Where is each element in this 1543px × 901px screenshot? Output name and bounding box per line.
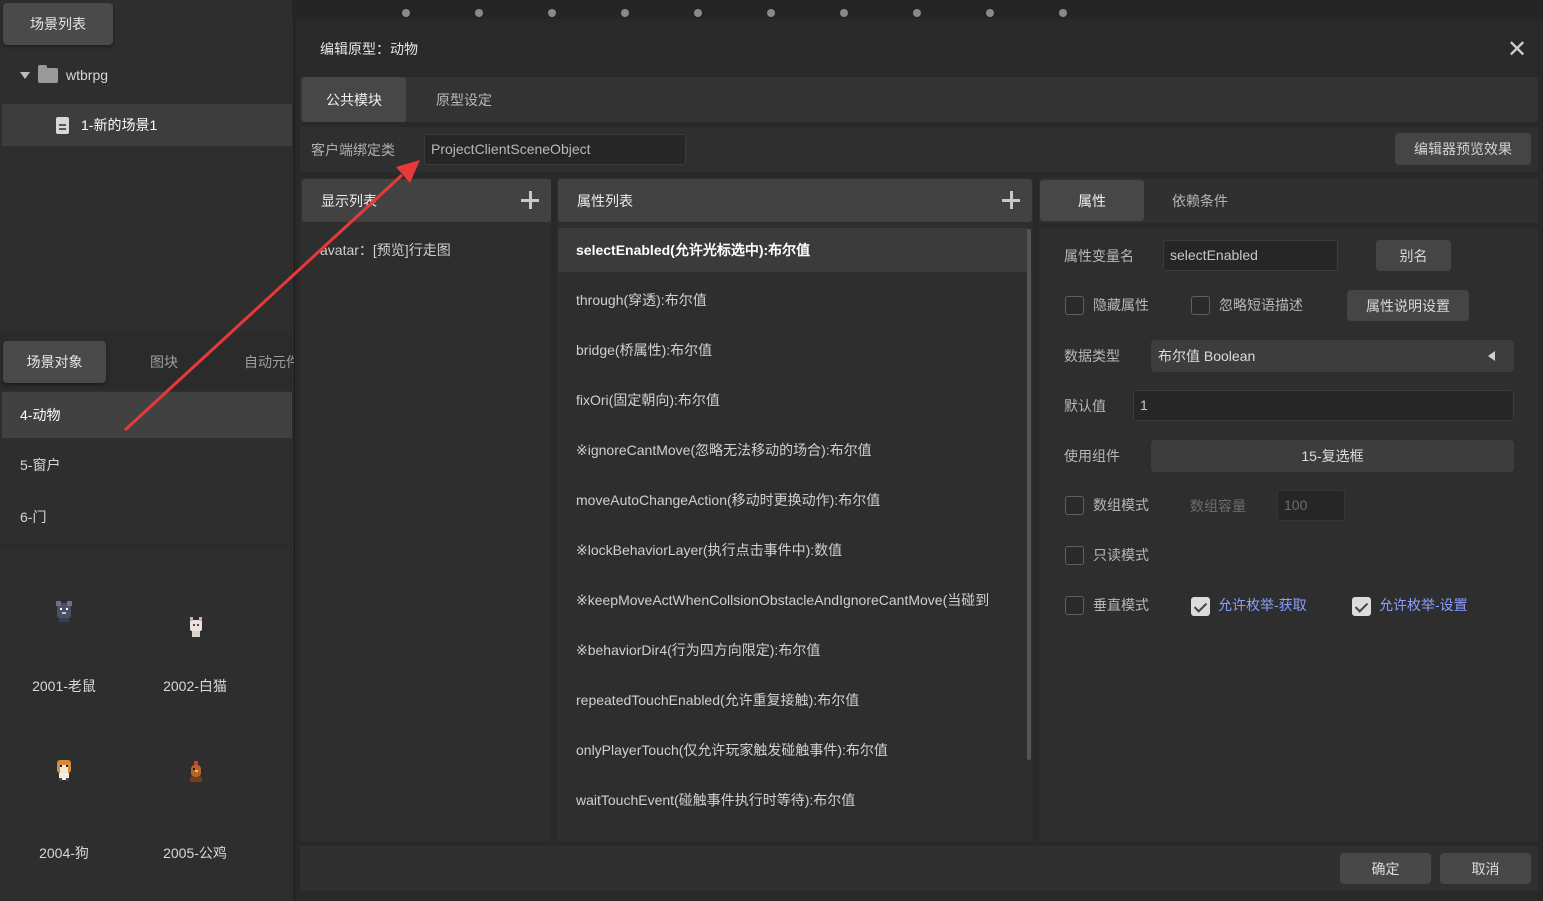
tab-common-module[interactable]: 公共模块 (302, 77, 406, 122)
component-select[interactable]: 15-复选框 (1151, 440, 1514, 472)
ignore-desc-label: 忽略短语描述 (1219, 297, 1303, 313)
property-item[interactable]: bridge(桥属性):布尔值 (558, 328, 1028, 372)
left-tabs: 场景对象 图块 自动元件 (0, 338, 300, 388)
folder-label: wtbrpg (66, 67, 109, 83)
property-list-title: 属性列表 (577, 192, 633, 209)
grid-item-label: 2005-公鸡 (163, 845, 227, 861)
var-name-input[interactable]: selectEnabled (1163, 240, 1338, 271)
tab-scene-objects[interactable]: 场景对象 (3, 341, 106, 383)
readonly-label: 只读模式 (1093, 547, 1149, 563)
display-list-item[interactable]: avatar：[预览]行走图 (320, 240, 451, 260)
enum-get-checkbox[interactable] (1191, 597, 1210, 616)
grid-item-label: 2004-狗 (39, 845, 89, 861)
mouse-sprite-icon[interactable] (54, 600, 74, 624)
property-item[interactable]: fixOri(固定朝向):布尔值 (558, 378, 1028, 422)
property-item[interactable]: onlyPlayerTouch(仅允许玩家触发碰触事件):布尔值 (558, 728, 1028, 772)
property-item[interactable]: ※ignoreCantMove(忽略无法移动的场合):布尔值 (558, 428, 1028, 472)
tree-folder-wtbrpg[interactable]: wtbrpg (20, 62, 108, 88)
dot-icon (986, 9, 994, 17)
hide-attribute-label: 隐藏属性 (1093, 297, 1149, 313)
dot-icon (767, 9, 775, 17)
dog-sprite-icon[interactable] (54, 758, 74, 782)
alias-button[interactable]: 别名 (1376, 240, 1451, 271)
vertical-mode-checkbox[interactable] (1065, 596, 1084, 615)
dot-icon (1059, 9, 1067, 17)
display-list-title: 显示列表 (321, 192, 377, 209)
dot-icon (548, 9, 556, 17)
client-bind-label: 客户端绑定类 (311, 142, 395, 158)
scene-list-button[interactable]: 场景列表 (3, 3, 113, 45)
property-list-header: 属性列表 (558, 179, 1032, 222)
tab-attributes[interactable]: 属性 (1040, 180, 1144, 221)
chevron-down-icon[interactable] (20, 71, 30, 79)
tab-dependencies[interactable]: 依赖条件 (1154, 180, 1246, 221)
dot-icon (475, 9, 483, 17)
timeline-strip (292, 0, 1543, 20)
default-value-input[interactable]: 1 (1133, 390, 1514, 421)
tab-prototype-settings[interactable]: 原型设定 (416, 77, 512, 122)
datatype-label: 数据类型 (1064, 348, 1120, 364)
rooster-sprite-icon[interactable] (186, 760, 206, 784)
dropdown-arrow-icon[interactable] (1488, 351, 1495, 361)
var-name-label: 属性变量名 (1064, 248, 1134, 264)
desc-settings-button[interactable]: 属性说明设置 (1347, 290, 1469, 321)
dot-icon (913, 9, 921, 17)
property-item[interactable]: ※keepMoveActWhenCollsionObstacleAndIgnor… (558, 578, 1028, 622)
readonly-checkbox[interactable] (1065, 546, 1084, 565)
enum-set-label: 允许枚举-设置 (1379, 597, 1468, 613)
array-capacity-input[interactable]: 100 (1277, 490, 1345, 521)
property-list-scrollbar[interactable] (1027, 229, 1031, 760)
tab-tiles[interactable]: 图块 (118, 341, 210, 383)
tree-item-scene[interactable]: 1-新的场景1 (2, 104, 292, 146)
dot-icon (694, 9, 702, 17)
property-item[interactable]: ※behaviorDir4(行为四方向限定):布尔值 (558, 628, 1028, 672)
editor-preview-button[interactable]: 编辑器预览效果 (1395, 133, 1531, 165)
default-value-label: 默认值 (1064, 398, 1106, 414)
vertical-mode-label: 垂直模式 (1093, 597, 1149, 613)
scene-object-list: 4-动物 5-窗户 6-门 (0, 390, 292, 543)
scene-list-panel (0, 0, 292, 332)
display-list-header: 显示列表 (302, 179, 551, 222)
hide-attribute-checkbox[interactable] (1065, 296, 1084, 315)
grid-item-label: 2001-老鼠 (32, 678, 96, 694)
list-item[interactable]: 5-窗户 (2, 442, 292, 488)
list-item[interactable]: 4-动物 (2, 392, 292, 438)
client-bind-input[interactable]: ProjectClientSceneObject (424, 134, 686, 165)
dialog-title: 编辑原型：动物 (320, 41, 418, 57)
property-item[interactable]: selectEnabled(允许光标选中):布尔值 (558, 228, 1028, 272)
property-item[interactable]: repeatedTouchEnabled(允许重复接触):布尔值 (558, 678, 1028, 722)
cat-sprite-icon[interactable] (186, 616, 206, 640)
object-grid: 2001-老鼠 2002-白猫 2004-狗 2005-公鸡 (0, 548, 292, 901)
ignore-desc-checkbox[interactable] (1191, 296, 1210, 315)
array-mode-label: 数组模式 (1093, 497, 1149, 513)
close-icon[interactable]: ✕ (1505, 38, 1529, 62)
add-icon[interactable] (1002, 191, 1020, 209)
property-item[interactable]: through(穿透):布尔值 (558, 278, 1028, 322)
list-item[interactable]: 6-门 (2, 494, 292, 540)
datatype-select[interactable]: 布尔值 Boolean (1151, 340, 1514, 372)
property-item[interactable]: waitTouchEvent(碰触事件执行时等待):布尔值 (558, 778, 1028, 822)
enum-set-checkbox[interactable] (1352, 597, 1371, 616)
dot-icon (402, 9, 410, 17)
display-list-panel (300, 178, 551, 841)
cancel-button[interactable]: 取消 (1440, 853, 1531, 884)
property-item[interactable]: moveAutoChangeAction(移动时更换动作):布尔值 (558, 478, 1028, 522)
dot-icon (621, 9, 629, 17)
add-icon[interactable] (521, 191, 539, 209)
document-icon (56, 116, 69, 134)
scene-label: 1-新的场景1 (81, 117, 158, 133)
property-item[interactable]: ※lockBehaviorLayer(执行点击事件中):数值 (558, 528, 1028, 572)
dot-icon (840, 9, 848, 17)
array-mode-checkbox[interactable] (1065, 496, 1084, 515)
array-capacity-label: 数组容量 (1190, 498, 1246, 514)
grid-item-label: 2002-白猫 (163, 678, 227, 694)
confirm-button[interactable]: 确定 (1340, 853, 1431, 884)
enum-get-label: 允许枚举-获取 (1218, 597, 1307, 613)
folder-icon (38, 64, 58, 83)
component-label: 使用组件 (1064, 448, 1120, 464)
